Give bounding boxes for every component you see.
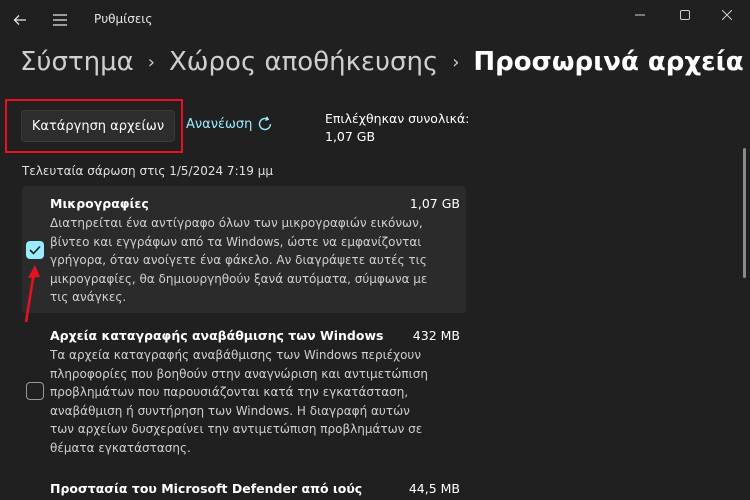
selected-total-value: 1,07 GB xyxy=(325,129,376,144)
list-item-thumbnails[interactable]: Μικρογραφίες 1,07 GB Διατηρείται ένα αντ… xyxy=(22,186,466,313)
last-scan-text: Τελευταία σάρωση στις 1/5/2024 7:19 μμ xyxy=(22,164,273,178)
description-line: προβλημάτων που παρουσιάζονται κατά την … xyxy=(50,385,409,399)
item-size: 1,07 GB xyxy=(409,196,460,211)
refresh-label: Ανανέωση xyxy=(186,116,253,132)
remove-files-button[interactable]: Κατάργηση αρχείων xyxy=(21,110,175,142)
scrollbar-thumb[interactable] xyxy=(743,148,746,278)
breadcrumb-temporary-files: Προσωρινά αρχεία xyxy=(473,47,744,77)
breadcrumb: Σύστημα › Χώρος αποθήκευσης › Προσωρινά … xyxy=(20,44,744,80)
maximize-icon xyxy=(680,10,690,20)
list-item-windows-upgrade-logs[interactable]: Αρχεία καταγραφής αναβάθμισης των Window… xyxy=(22,319,466,464)
description-line: αναβάθμιση ή συντήρηση των Windows. Η δι… xyxy=(50,403,410,418)
chevron-right-icon: › xyxy=(147,51,155,73)
item-title: Προστασία του Microsoft Defender από ιού… xyxy=(50,481,363,496)
refresh-button[interactable]: Ανανέωση xyxy=(186,116,273,132)
description-line: πληροφορίες που βοηθούν στην αναγνώριση … xyxy=(50,366,428,381)
back-arrow-icon xyxy=(13,15,26,25)
checkmark-icon xyxy=(29,245,41,255)
description-line: τις ανάγκες. xyxy=(50,290,127,304)
selected-total: Επιλέχθηκαν συνολικά: 1,07 GB xyxy=(325,110,469,146)
item-description: Τα αρχεία καταγραφής αναβάθμισης των Win… xyxy=(50,346,462,457)
list-item-defender-antivirus[interactable]: Προστασία του Microsoft Defender από ιού… xyxy=(22,472,466,500)
description-line: θέματα εγκατάστασης. xyxy=(50,440,191,455)
annotation-arrow-icon xyxy=(24,265,40,323)
chevron-right-icon: › xyxy=(452,51,460,73)
item-size: 44,5 MB xyxy=(408,481,460,496)
description-line: Τα αρχεία καταγραφής αναβάθμισης των Win… xyxy=(50,348,422,362)
title-bar: Ρυθμίσεις xyxy=(0,0,750,40)
item-description: Διατηρείται ένα αντίγραφο όλων των μικρο… xyxy=(50,214,462,307)
refresh-icon xyxy=(259,116,272,131)
thumbnails-checkbox[interactable] xyxy=(26,241,44,259)
breadcrumb-storage[interactable]: Χώρος αποθήκευσης xyxy=(169,47,438,77)
item-title: Μικρογραφίες xyxy=(50,196,149,211)
description-line: γρήγορα, όταν ανοίγετε ένα φάκελο. Αν δι… xyxy=(50,253,427,267)
minimize-button[interactable] xyxy=(617,0,663,30)
navigation-menu-button[interactable] xyxy=(46,6,74,34)
description-line: βίντεο και εγγράφων από τα Windows, ώστε… xyxy=(50,234,422,249)
close-button[interactable] xyxy=(704,0,750,30)
maximize-button[interactable] xyxy=(662,0,708,30)
breadcrumb-system[interactable]: Σύστημα xyxy=(20,47,134,77)
selected-total-label: Επιλέχθηκαν συνολικά: xyxy=(325,111,470,126)
item-size: 432 MB xyxy=(412,328,460,343)
description-line: Διατηρείται ένα αντίγραφο όλων των μικρο… xyxy=(50,216,423,230)
app-title: Ρυθμίσεις xyxy=(94,12,153,26)
windows-upgrade-logs-checkbox[interactable] xyxy=(26,382,44,400)
description-line: των αρχείων δυσχεραίνει την αντιμετώπιση… xyxy=(50,422,423,436)
close-icon xyxy=(722,10,732,20)
item-title: Αρχεία καταγραφής αναβάθμισης των Window… xyxy=(50,328,384,343)
hamburger-menu-icon xyxy=(53,14,67,26)
minimize-icon xyxy=(635,14,645,16)
back-button[interactable] xyxy=(6,6,34,34)
description-line: μικρογραφίες, θα δημιουργηθούν ξανά αυτό… xyxy=(50,271,428,286)
